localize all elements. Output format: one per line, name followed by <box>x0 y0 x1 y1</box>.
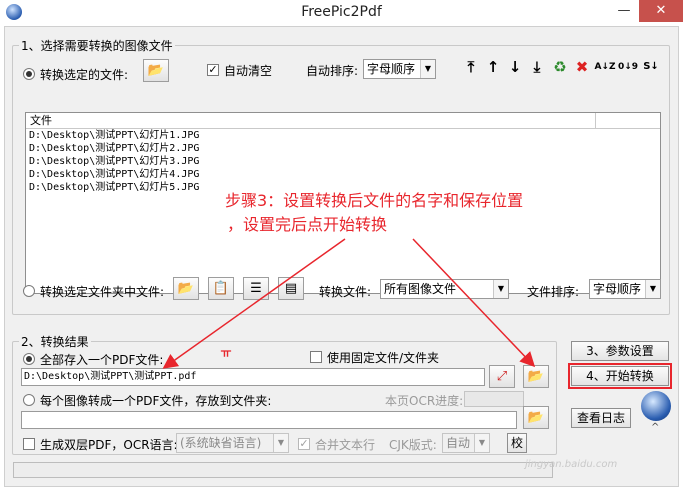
annotation-arrows <box>162 238 536 369</box>
arrow-to-folder <box>412 238 536 368</box>
main-panel: 1、选择需要转换的图像文件 转换选定的文件: 📂 ✓ 自动清空 自动排序: 字母… <box>4 26 679 487</box>
window-title: FreePic2Pdf <box>301 4 382 20</box>
arrow-to-path <box>162 238 346 369</box>
title-bar: FreePic2Pdf — ✕ <box>0 0 683 24</box>
close-button[interactable]: ✕ <box>639 0 683 22</box>
app-window: FreePic2Pdf — ✕ 1、选择需要转换的图像文件 转换选定的文件: 📂… <box>0 0 683 491</box>
watermark-text: jingyan.baidu.com <box>525 459 618 470</box>
minimize-button[interactable]: — <box>609 0 639 22</box>
